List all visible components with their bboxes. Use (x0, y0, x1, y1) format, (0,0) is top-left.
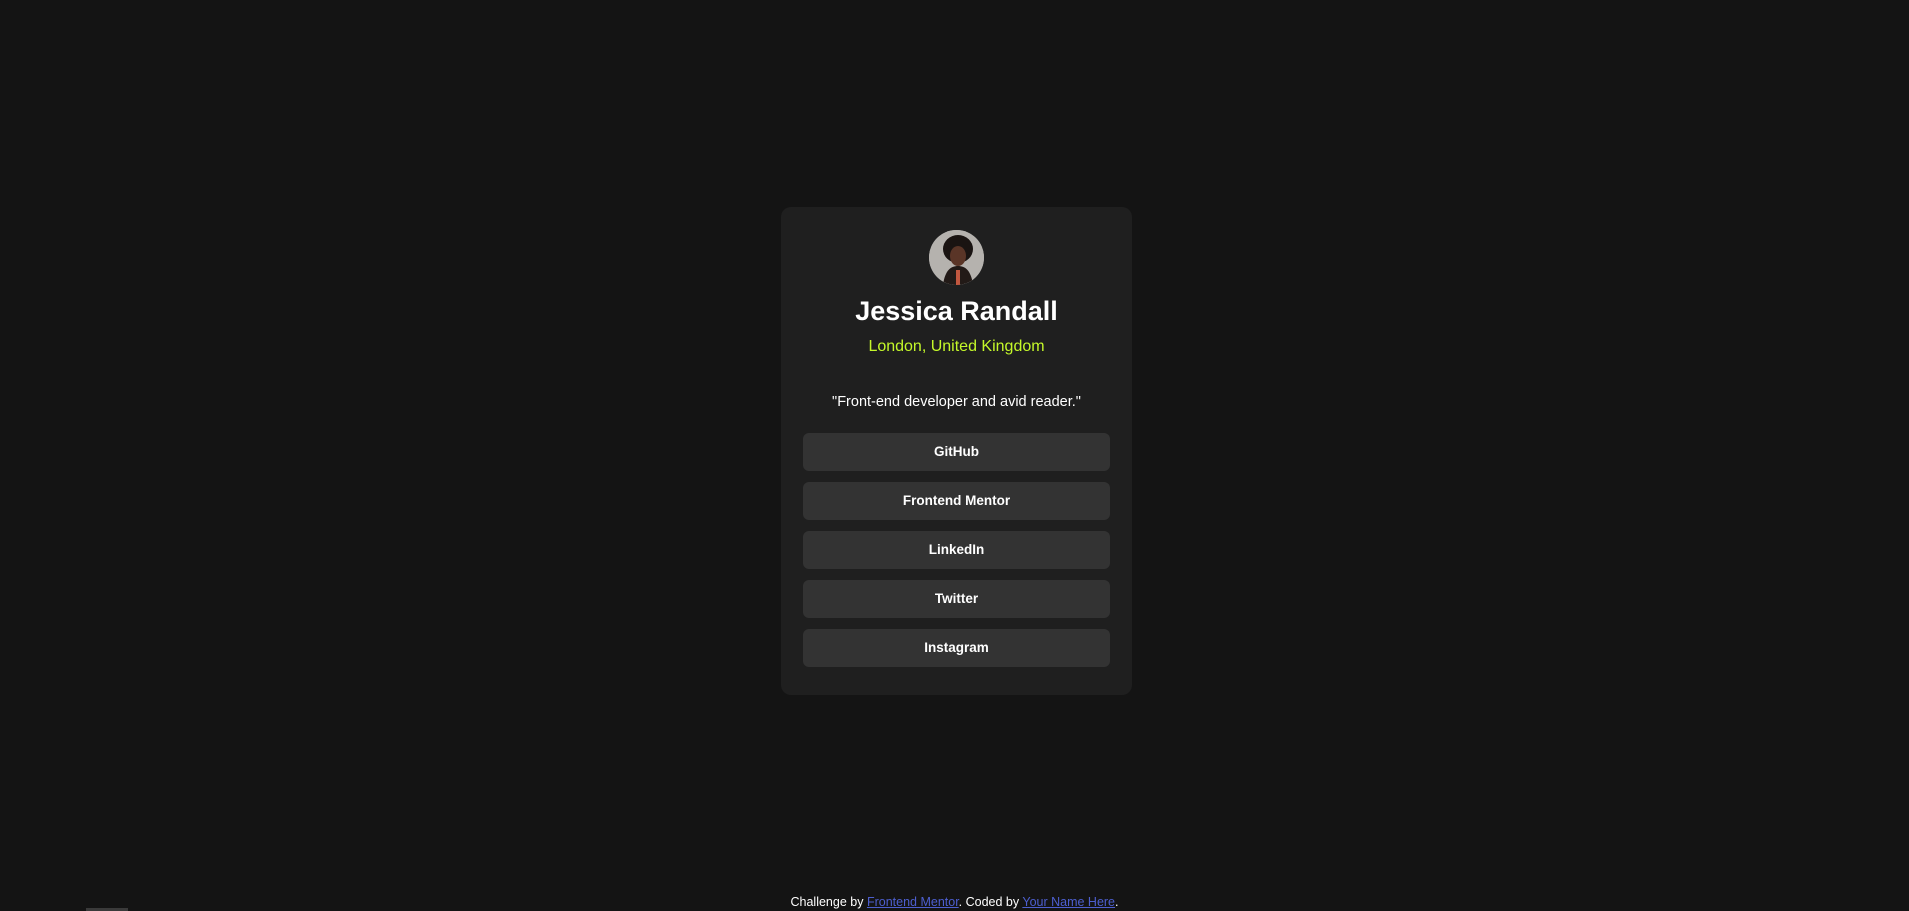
footer-suffix: . (1115, 895, 1119, 909)
profile-name: Jessica Randall (855, 296, 1058, 326)
page: Jessica Randall London, United Kingdom "… (0, 0, 1909, 911)
link-instagram-button[interactable]: Instagram (803, 629, 1110, 667)
footer-prefix: Challenge by (790, 895, 867, 909)
footer-middle: . Coded by (958, 895, 1023, 909)
profile-card: Jessica Randall London, United Kingdom "… (781, 207, 1132, 695)
attribution-footer: Challenge by Frontend Mentor. Coded by Y… (0, 893, 1909, 911)
link-linkedin-button[interactable]: LinkedIn (803, 531, 1110, 569)
link-twitter-button[interactable]: Twitter (803, 580, 1110, 618)
social-links: GitHub Frontend Mentor LinkedIn Twitter … (803, 433, 1110, 678)
link-frontend-mentor-button[interactable]: Frontend Mentor (803, 482, 1110, 520)
profile-bio: "Front-end developer and avid reader." (832, 394, 1081, 410)
avatar-image (929, 230, 984, 285)
link-github-button[interactable]: GitHub (803, 433, 1110, 471)
avatar (929, 230, 984, 285)
footer-author-link[interactable]: Your Name Here (1022, 895, 1115, 909)
profile-location: London, United Kingdom (868, 338, 1045, 355)
footer-challenge-link[interactable]: Frontend Mentor (867, 895, 959, 909)
